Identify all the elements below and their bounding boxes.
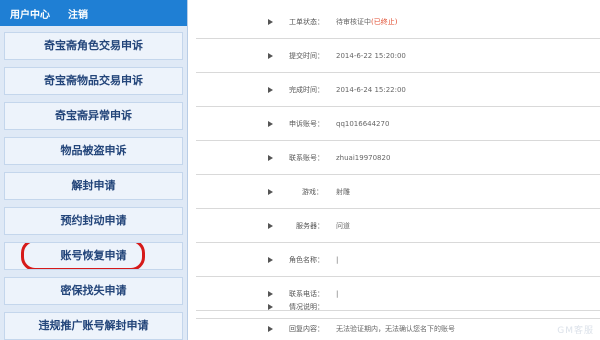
sidebar-item-security-loss[interactable]: 密保找失申请 [4,277,183,305]
status-label: 工单状态： [289,18,324,26]
bullet-icon [268,19,273,25]
sidebar-item-unban-request[interactable]: 解封申请 [4,172,183,200]
bullet-icon [268,121,273,127]
contact-account-value: zhuai19970820 [336,154,391,162]
bullet-icon [268,304,273,310]
bullet-icon [268,189,273,195]
sidebar-menu: 奇宝斋角色交易申诉 奇宝斋物品交易申诉 奇宝斋异常申诉 物品被盗申诉 解封申请 … [4,32,183,340]
sidebar-item-role-trade-appeal[interactable]: 奇宝斋角色交易申诉 [4,32,183,60]
bullet-icon [268,87,273,93]
complete-time-value: 2014-6-24 15:22:00 [336,86,406,94]
server-label: 服务器： [296,222,324,230]
sidebar-item-exception-appeal[interactable]: 奇宝斋异常申诉 [4,102,183,130]
status-highlight: (已终止) [371,18,398,26]
game-label: 游戏： [302,188,323,196]
detail-row-contact-account: 联系账号： zhuai19970820 [196,142,600,175]
user-center-link[interactable]: 用户中心 [10,6,50,21]
sidebar-item-reserve-request[interactable]: 预约封动申请 [4,207,183,235]
complete-time-label: 完成时间： [289,86,324,94]
detail-row-submit-time: 提交时间： 2014-6-22 15:20:00 [196,40,600,73]
detail-row-appeal-account: 申诉账号： qq1016644270 [196,108,600,141]
sidebar-item-promotion-unban[interactable]: 违规推广账号解封申请 [4,312,183,340]
sidebar-item-item-trade-appeal[interactable]: 奇宝斋物品交易申诉 [4,67,183,95]
sidebar-header: 用户中心 注销 [0,0,187,26]
detail-row-server: 服务器： 问道 [196,210,600,243]
detail-row-reply: 回复内容： 无法验证期内，无法确认您名下的账号 [196,318,600,340]
bullet-icon [268,257,273,263]
sidebar-item-label: 账号恢复申请 [60,249,127,262]
game-value: 射雕 [336,188,350,196]
server-value: 问道 [336,222,350,230]
watermark: GM客服 [557,326,594,336]
sidebar-item-account-recovery[interactable]: 账号恢复申请 [4,242,183,270]
bullet-icon [268,326,273,332]
appeal-account-label: 申诉账号： [289,120,324,128]
detail-row-game: 游戏： 射雕 [196,176,600,209]
role-name-label: 角色名称： [289,256,324,264]
submit-time-label: 提交时间： [289,52,324,60]
sidebar: 用户中心 注销 奇宝斋角色交易申诉 奇宝斋物品交易申诉 奇宝斋异常申诉 物品被盗… [0,0,188,340]
bullet-icon [268,155,273,161]
submit-time-value: 2014-6-22 15:20:00 [336,52,406,60]
logout-link[interactable]: 注销 [68,6,88,21]
ticket-detail-panel: 工单状态： 待审核证中(已终止) 提交时间： 2014-6-22 15:20:0… [196,0,600,340]
contact-account-label: 联系账号： [289,154,324,162]
reply-value: 无法验证期内，无法确认您名下的账号 [336,325,455,333]
bullet-icon [268,223,273,229]
description-label: 情况说明： [289,303,324,311]
role-name-value: | [336,256,339,264]
status-text: 待审核证中 [336,18,371,26]
detail-row-complete-time: 完成时间： 2014-6-24 15:22:00 [196,74,600,107]
appeal-account-value: qq1016644270 [336,120,390,128]
status-value: 待审核证中(已终止) [336,17,397,27]
detail-row-status: 工单状态： 待审核证中(已终止) [196,6,600,39]
bullet-icon [268,53,273,59]
reply-label: 回复内容： [289,325,324,333]
sidebar-item-stolen-item-appeal[interactable]: 物品被盗申诉 [4,137,183,165]
detail-row-role-name: 角色名称： | [196,244,600,277]
detail-row-description: 情况说明： [196,296,600,319]
